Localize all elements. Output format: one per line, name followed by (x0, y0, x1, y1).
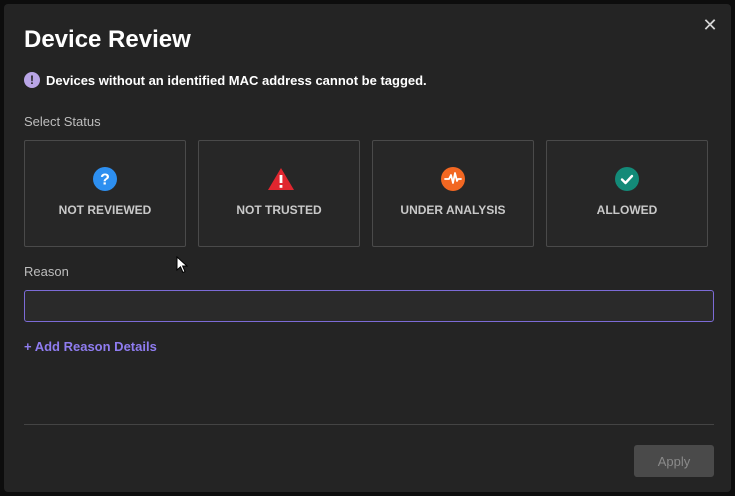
mouse-pointer-icon (176, 256, 188, 274)
apply-button[interactable]: Apply (634, 445, 714, 477)
reason-input[interactable] (24, 290, 714, 322)
svg-text:?: ? (100, 172, 110, 189)
info-icon: ! (24, 72, 40, 88)
status-options: ? NOT REVIEWED NOT TRUSTED UNDER ANALYSI… (24, 140, 708, 247)
check-circle-icon (615, 167, 639, 191)
add-reason-details-link[interactable]: + Add Reason Details (24, 339, 157, 354)
status-option-not-trusted[interactable]: NOT TRUSTED (198, 140, 360, 247)
status-option-label: UNDER ANALYSIS (400, 203, 506, 217)
activity-pulse-icon (441, 167, 465, 191)
select-status-label: Select Status (24, 114, 101, 129)
status-option-under-analysis[interactable]: UNDER ANALYSIS (372, 140, 534, 247)
status-option-not-reviewed[interactable]: ? NOT REVIEWED (24, 140, 186, 247)
question-circle-icon: ? (93, 167, 117, 191)
close-icon[interactable]: ✕ (701, 16, 719, 34)
status-option-label: NOT REVIEWED (58, 203, 152, 217)
dialog-title: Device Review (24, 26, 191, 53)
warning-triangle-icon (267, 167, 294, 191)
notice-banner: ! Devices without an identified MAC addr… (24, 72, 427, 88)
device-review-dialog: Device Review ✕ ! Devices without an ide… (4, 4, 731, 492)
status-option-label: NOT TRUSTED (236, 203, 322, 217)
notice-text: Devices without an identified MAC addres… (46, 72, 427, 88)
footer-divider (24, 424, 714, 425)
status-option-allowed[interactable]: ALLOWED (546, 140, 708, 247)
reason-label: Reason (24, 264, 69, 279)
status-option-label: ALLOWED (596, 203, 658, 217)
